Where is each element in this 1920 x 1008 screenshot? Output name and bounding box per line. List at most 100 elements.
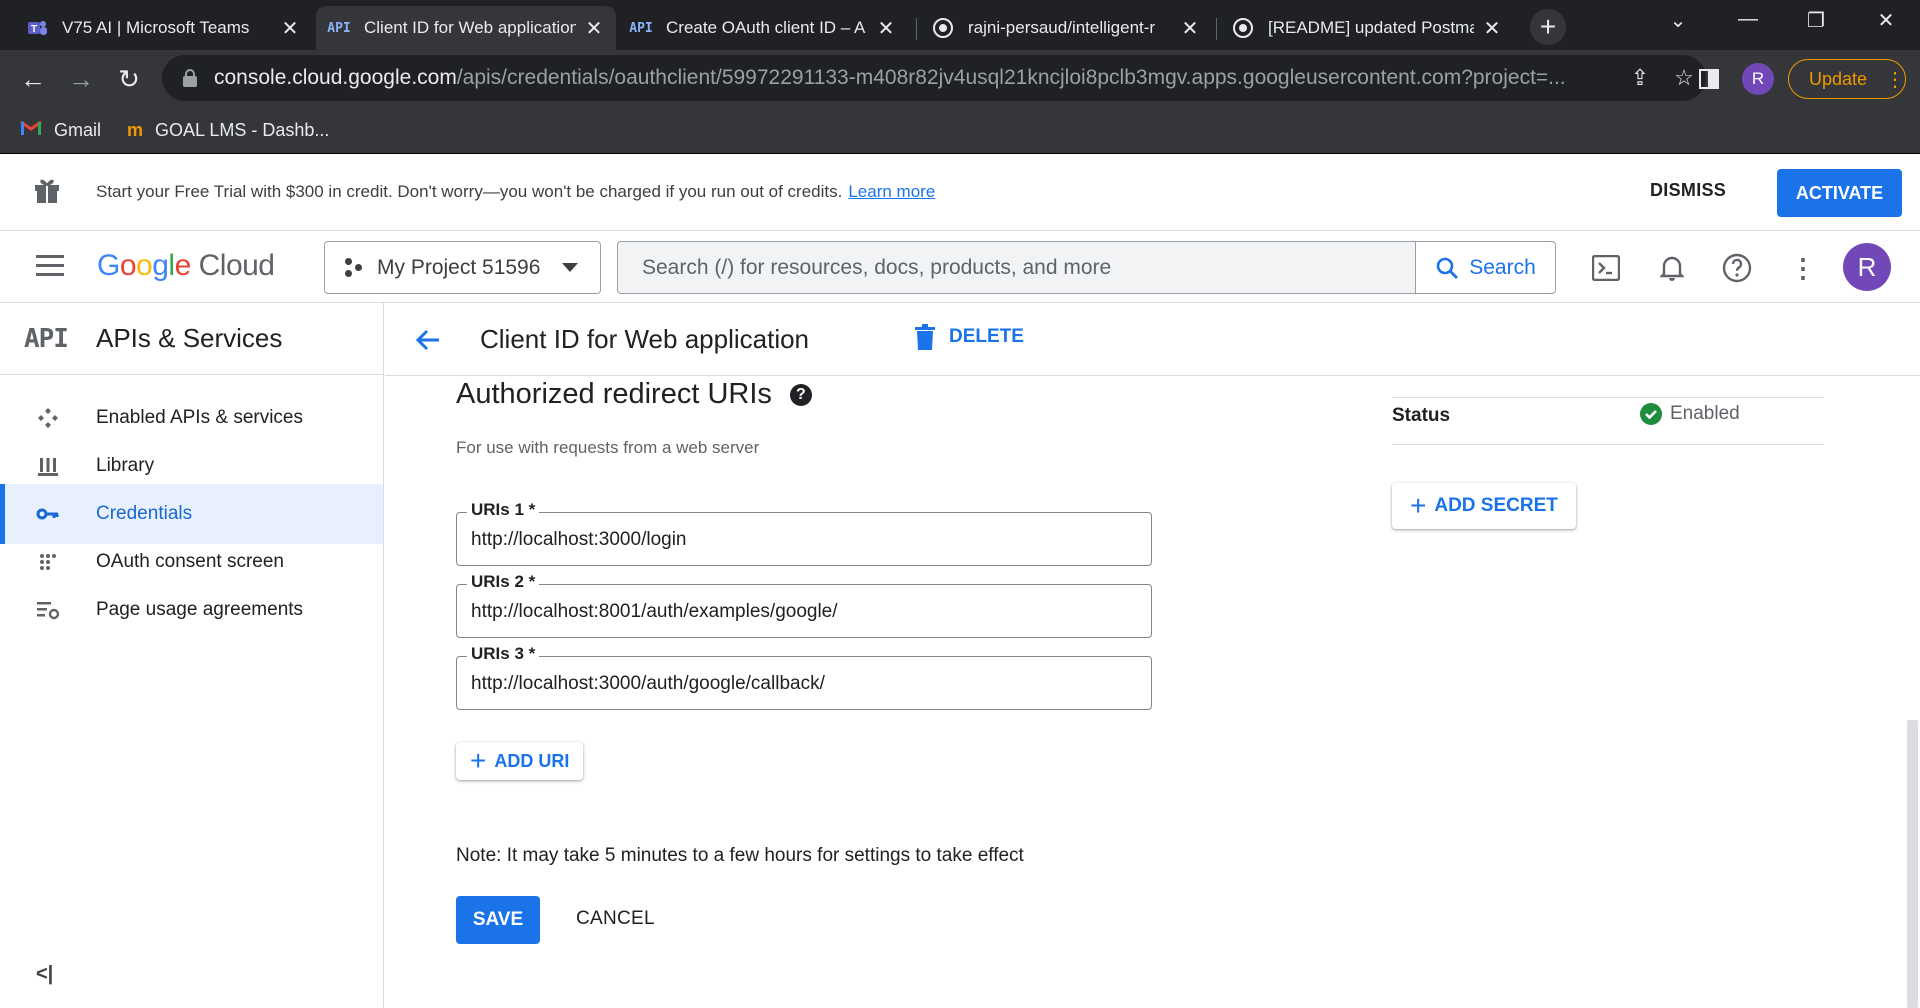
gmail-icon bbox=[20, 120, 42, 141]
google-wordmark: Google bbox=[97, 249, 191, 282]
tab-title: Client ID for Web application bbox=[364, 18, 576, 37]
settings-delay-note: Note: It may take 5 minutes to a few hou… bbox=[456, 845, 1024, 866]
close-icon[interactable]: ✕ bbox=[876, 16, 896, 41]
api-icon: API bbox=[327, 20, 351, 36]
search-icon bbox=[1436, 257, 1459, 279]
add-uri-button[interactable]: + ADD URI bbox=[456, 742, 584, 780]
close-icon[interactable]: ✕ bbox=[1180, 16, 1200, 41]
close-icon[interactable]: ✕ bbox=[1482, 16, 1502, 41]
gift-icon bbox=[34, 176, 60, 204]
account-avatar[interactable]: R bbox=[1843, 243, 1891, 291]
free-trial-banner: Start your Free Trial with $300 in credi… bbox=[0, 154, 1920, 231]
tab-title: rajni-persaud/intelligent-r bbox=[968, 18, 1156, 37]
delete-button[interactable]: DELETE bbox=[915, 324, 1024, 350]
search-input[interactable]: Search (/) for resources, docs, products… bbox=[618, 242, 1415, 293]
reload-icon[interactable]: ↻ bbox=[110, 60, 148, 98]
minimize-icon[interactable]: — bbox=[1728, 8, 1768, 31]
sidebar-title: APIs & Services bbox=[96, 323, 283, 353]
browser-profile-avatar[interactable]: R bbox=[1742, 63, 1774, 95]
cancel-button[interactable]: CANCEL bbox=[576, 908, 655, 930]
search-button[interactable]: Search bbox=[1415, 242, 1555, 293]
settings-list-icon bbox=[36, 598, 60, 622]
forward-icon[interactable]: → bbox=[62, 60, 100, 98]
browser-tab-create-oauth[interactable]: API Create OAuth client ID – A ✕ bbox=[618, 6, 908, 50]
tab-title: Create OAuth client ID – A bbox=[666, 18, 866, 37]
collapse-sidebar-icon[interactable]: <| bbox=[36, 963, 53, 986]
close-icon[interactable]: ✕ bbox=[584, 16, 604, 41]
cloud-wordmark: Cloud bbox=[198, 249, 275, 282]
plus-icon: + bbox=[470, 745, 487, 776]
uri-field-2[interactable]: URIs 2 * http://localhost:8001/auth/exam… bbox=[456, 572, 1152, 638]
plus-icon: + bbox=[1410, 490, 1427, 521]
close-icon[interactable]: ✕ bbox=[280, 16, 300, 41]
learn-more-link[interactable]: Learn more bbox=[848, 182, 935, 201]
tab-title: [README] updated Postma bbox=[1268, 18, 1474, 37]
api-icon: API bbox=[629, 20, 653, 36]
side-panel-icon[interactable] bbox=[1690, 60, 1728, 98]
project-name: My Project 51596 bbox=[377, 255, 541, 279]
browser-toolbar: ← → ↻ console.cloud.google.com/apis/cred… bbox=[0, 50, 1920, 108]
chevron-down-icon bbox=[562, 263, 578, 272]
tab-separator bbox=[1216, 18, 1217, 40]
window-close-icon[interactable]: ✕ bbox=[1866, 8, 1906, 33]
trash-icon bbox=[915, 324, 935, 350]
enabled-apis-icon bbox=[36, 406, 60, 430]
scrollbar-thumb[interactable] bbox=[1907, 720, 1918, 1008]
more-vert-icon[interactable]: ⋮ bbox=[1786, 251, 1820, 285]
bookmarks-bar: Gmail m GOAL LMS - Dashb... bbox=[0, 108, 1920, 154]
share-icon[interactable]: ⇪ bbox=[1618, 65, 1662, 91]
uri-field-label: URIs 3 * bbox=[467, 644, 540, 664]
back-arrow-icon[interactable] bbox=[413, 325, 443, 355]
activate-button[interactable]: ACTIVATE bbox=[1777, 169, 1902, 217]
add-secret-button[interactable]: + ADD SECRET bbox=[1392, 483, 1576, 529]
redirect-uris-heading: Authorized redirect URIs ? bbox=[456, 378, 812, 411]
google-cloud-logo[interactable]: Google Cloud bbox=[97, 249, 275, 283]
new-tab-button[interactable]: + bbox=[1530, 9, 1566, 45]
search-bar[interactable]: Search (/) for resources, docs, products… bbox=[617, 241, 1556, 294]
tab-search-icon[interactable]: ⌄ bbox=[1658, 8, 1698, 33]
svg-text:T: T bbox=[31, 24, 37, 35]
notifications-bell-icon[interactable] bbox=[1655, 251, 1689, 285]
github-icon bbox=[932, 17, 954, 39]
divider bbox=[1392, 397, 1824, 398]
page-title: Client ID for Web application bbox=[480, 324, 810, 354]
bookmark-gmail[interactable]: Gmail bbox=[20, 120, 101, 141]
status-badge: Enabled bbox=[1640, 403, 1740, 425]
restore-icon[interactable]: ❐ bbox=[1796, 8, 1836, 33]
uri-field-value[interactable]: http://localhost:3000/login bbox=[471, 529, 687, 551]
check-circle-icon bbox=[1640, 403, 1662, 425]
uri-field-value[interactable]: http://localhost:3000/auth/google/callba… bbox=[471, 673, 825, 695]
help-icon[interactable] bbox=[1720, 251, 1754, 285]
banner-message: Start your Free Trial with $300 in credi… bbox=[96, 182, 936, 201]
browser-tab-strip: T V75 AI | Microsoft Teams ✕ API Client … bbox=[0, 0, 1920, 50]
bookmark-goal-lms[interactable]: m GOAL LMS - Dashb... bbox=[127, 120, 329, 141]
menu-icon[interactable] bbox=[36, 255, 64, 277]
cloud-console-header: Google Cloud My Project 51596 Search (/)… bbox=[0, 231, 1920, 303]
save-button[interactable]: SAVE bbox=[456, 896, 540, 944]
consent-screen-icon bbox=[36, 550, 60, 574]
project-picker[interactable]: My Project 51596 bbox=[324, 241, 601, 294]
divider bbox=[1392, 444, 1824, 445]
uri-field-3[interactable]: URIs 3 * http://localhost:3000/auth/goog… bbox=[456, 644, 1152, 710]
uri-field-label: URIs 1 * bbox=[467, 500, 540, 520]
uri-field-1[interactable]: URIs 1 * http://localhost:3000/login bbox=[456, 500, 1152, 566]
tab-title: V75 AI | Microsoft Teams bbox=[62, 18, 250, 37]
browser-tab-github-repo[interactable]: rajni-persaud/intelligent-r ✕ bbox=[920, 6, 1212, 50]
sidebar-item-page-usage[interactable]: Page usage agreements bbox=[0, 580, 383, 640]
update-button[interactable]: Update ⋮ bbox=[1788, 59, 1906, 99]
browser-tab-github-readme[interactable]: [README] updated Postma ✕ bbox=[1220, 6, 1514, 50]
key-icon bbox=[36, 502, 60, 526]
project-icon bbox=[345, 257, 365, 278]
browser-tab-client-id[interactable]: API Client ID for Web application ✕ bbox=[316, 6, 616, 50]
help-icon[interactable]: ? bbox=[789, 383, 812, 406]
browser-tab-teams[interactable]: T V75 AI | Microsoft Teams ✕ bbox=[14, 6, 312, 50]
github-icon bbox=[1232, 17, 1254, 39]
sidebar-header: API APIs & Services bbox=[0, 303, 383, 375]
goal-lms-icon: m bbox=[127, 120, 144, 140]
uri-field-value[interactable]: http://localhost:8001/auth/examples/goog… bbox=[471, 601, 838, 623]
address-bar[interactable]: console.cloud.google.com/apis/credential… bbox=[162, 55, 1706, 101]
lock-icon bbox=[182, 69, 198, 87]
cloud-shell-icon[interactable] bbox=[1589, 251, 1623, 285]
dismiss-button[interactable]: DISMISS bbox=[1650, 180, 1726, 201]
back-icon[interactable]: ← bbox=[14, 60, 52, 98]
